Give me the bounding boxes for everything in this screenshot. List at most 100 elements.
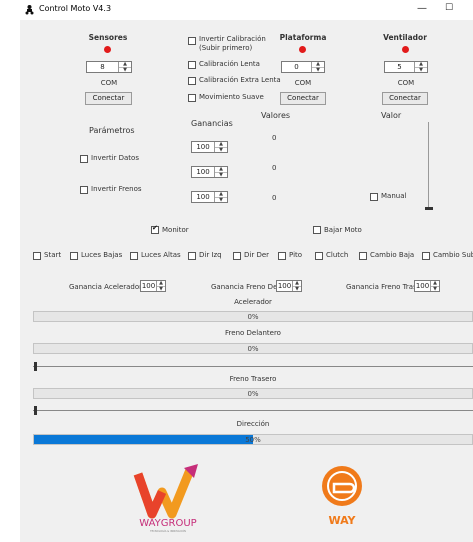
spinner-arrows-icon[interactable]: ▲ ▼ [214, 142, 227, 153]
waygroup-tagline: TECNOLOGÍA & INNOVACIÓN [150, 530, 186, 533]
direccion-percent: 50% [245, 436, 261, 444]
maximize-icon[interactable]: ☐ [445, 3, 453, 13]
ventilador-status-led [402, 46, 409, 53]
freno-delantero-progress-bar: 0% [33, 343, 473, 354]
signal-cambio-sube-checkbox[interactable] [422, 252, 430, 260]
calibracion-extra-lenta-checkbox[interactable] [188, 77, 196, 85]
plataforma-com-spinner[interactable]: 0 ▲ ▼ [281, 61, 325, 73]
ganancia-acelerador-spinner[interactable]: 100 ▲ ▼ [140, 280, 166, 292]
plataforma-status-led [299, 46, 306, 53]
ganancia-spinner-1[interactable]: 100 ▲ ▼ [191, 141, 228, 153]
spinner-arrows-icon[interactable]: ▲ ▼ [311, 62, 324, 73]
monitor-checkbox[interactable] [151, 224, 159, 234]
signal-dir-izq-label: Dir Izq [199, 251, 222, 259]
spinner-arrows-icon[interactable]: ▲ ▼ [156, 281, 165, 292]
invertir-calibracion-checkbox[interactable] [188, 37, 196, 45]
signal-dir-izq-checkbox[interactable] [188, 252, 196, 260]
ganancia-value-2: 100 [196, 168, 210, 176]
signal-dir-der-checkbox[interactable] [233, 252, 241, 260]
app-icon [25, 5, 34, 15]
ganancia-freno-tras-value: 100 [415, 282, 430, 290]
left-margin [0, 0, 20, 542]
movimiento-suave-label: Movimiento Suave [199, 93, 264, 101]
spinner-arrows-icon[interactable]: ▲ ▼ [214, 192, 227, 203]
signal-luces-altas-label: Luces Altas [141, 251, 181, 259]
spinner-arrows-icon[interactable]: ▲ ▼ [430, 281, 439, 292]
movimiento-suave-checkbox[interactable] [188, 94, 196, 102]
signal-pito-label: Pito [289, 251, 303, 259]
ganancia-acelerador-value: 100 [141, 282, 156, 290]
bajar-moto-checkbox[interactable] [313, 226, 321, 234]
ganancia-spinner-2[interactable]: 100 ▲ ▼ [191, 166, 228, 178]
spinner-arrows-icon[interactable]: ▲ ▼ [214, 167, 227, 178]
invertir-frenos-checkbox[interactable] [80, 186, 88, 194]
direccion-progress-bar: 50% [33, 434, 473, 445]
sensores-com-value: 8 [100, 63, 105, 71]
freno-delantero-slider-track[interactable] [33, 366, 473, 367]
plataforma-com-label: COM [294, 79, 312, 87]
spinner-arrows-icon[interactable]: ▲ ▼ [414, 62, 427, 73]
signal-luces-bajas-label: Luces Bajas [81, 251, 123, 259]
valor-slider-track[interactable] [428, 122, 429, 208]
signal-pito-checkbox[interactable] [278, 252, 286, 260]
calibracion-lenta-label: Calibración Lenta [199, 60, 260, 68]
freno-trasero-slider-track[interactable] [33, 410, 473, 411]
monitor-label: Monitor [162, 226, 189, 234]
ganancia-value-1: 100 [196, 143, 210, 151]
ganancia-freno-tras-spinner[interactable]: 100 ▲ ▼ [414, 280, 440, 292]
signal-clutch-label: Clutch [326, 251, 349, 259]
signal-start-checkbox[interactable] [33, 252, 41, 260]
invertir-calibracion-sublabel: (Subir primero) [199, 44, 253, 52]
freno-trasero-percent: 0% [247, 390, 259, 398]
way-logo: WAY [312, 464, 372, 534]
calibracion-lenta-checkbox[interactable] [188, 61, 196, 69]
acelerador-label: Acelerador [234, 298, 272, 306]
signal-cambio-baja-label: Cambio Baja [370, 251, 415, 259]
valor-readout-3: 0 [272, 194, 277, 202]
acelerador-progress-bar: 0% [33, 311, 473, 322]
plataforma-com-value: 0 [294, 63, 299, 71]
sensores-com-spinner[interactable]: 8 ▲ ▼ [86, 61, 132, 73]
signal-luces-altas-checkbox[interactable] [130, 252, 138, 260]
ganancia-spinner-3[interactable]: 100 ▲ ▼ [191, 191, 228, 203]
ganancia-value-3: 100 [196, 193, 210, 201]
invertir-datos-checkbox[interactable] [80, 155, 88, 163]
ganancia-freno-del-label: Ganancia Freno Del [211, 283, 280, 291]
freno-trasero-progress-bar: 0% [33, 388, 473, 399]
spinner-arrows-icon[interactable]: ▲ ▼ [118, 62, 131, 73]
waygroup-logo: WAYGROUP TECNOLOGÍA & INNOVACIÓN [128, 462, 208, 534]
way-wordmark: WAY [328, 514, 356, 527]
manual-checkbox[interactable] [370, 193, 378, 201]
ganancia-acelerador-label: Ganancia Acelerador [69, 283, 143, 291]
freno-delantero-slider-handle[interactable] [34, 362, 37, 371]
sensores-connect-button[interactable]: Conectar [85, 92, 132, 105]
sensores-title: Sensores [88, 33, 128, 42]
title-bar: Control Moto V4.3 — ☐ [20, 0, 473, 20]
signal-luces-bajas-checkbox[interactable] [70, 252, 78, 260]
ganancia-freno-del-value: 100 [277, 282, 292, 290]
valor-title: Valor [381, 111, 402, 120]
minimize-icon[interactable]: — [417, 3, 427, 14]
valor-readout-1: 0 [272, 134, 277, 142]
waygroup-w-icon [133, 464, 198, 519]
sensores-status-led [104, 46, 111, 53]
sensores-com-label: COM [100, 79, 118, 87]
plataforma-connect-button[interactable]: Conectar [280, 92, 326, 105]
bajar-moto-label: Bajar Moto [324, 226, 362, 234]
calibracion-extra-lenta-label: Calibración Extra Lenta [199, 76, 281, 84]
way-circle-icon [322, 466, 362, 506]
ventilador-connect-button[interactable]: Conectar [382, 92, 428, 105]
signal-cambio-baja-checkbox[interactable] [359, 252, 367, 260]
ventilador-com-spinner[interactable]: 5 ▲ ▼ [384, 61, 428, 73]
ganancia-freno-del-spinner[interactable]: 100 ▲ ▼ [276, 280, 302, 292]
freno-trasero-slider-handle[interactable] [34, 406, 37, 415]
freno-delantero-label: Freno Delantero [225, 329, 281, 337]
signal-dir-der-label: Dir Der [244, 251, 270, 259]
ganancia-freno-tras-label: Ganancia Freno Tras [346, 283, 417, 291]
invertir-datos-label: Invertir Datos [91, 154, 139, 162]
invertir-calibracion-label: Invertir Calibración [199, 35, 266, 43]
spinner-arrows-icon[interactable]: ▲ ▼ [292, 281, 301, 292]
valor-slider-handle[interactable] [425, 207, 433, 210]
signal-clutch-checkbox[interactable] [315, 252, 323, 260]
valor-readout-2: 0 [272, 164, 277, 172]
